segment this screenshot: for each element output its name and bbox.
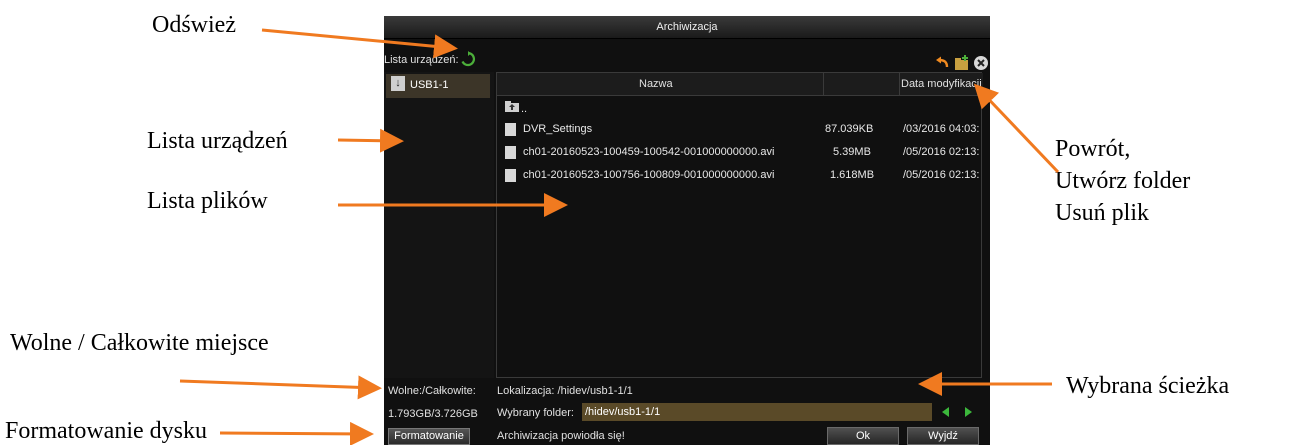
arrow-free-total [179,375,382,400]
annotation-refresh: Odśwież [152,12,236,38]
column-separator [823,73,824,95]
annotation-back: Powrót, [1055,136,1131,162]
delete-icon[interactable] [973,55,989,71]
dialog-title: Archiwizacja [384,16,990,39]
file-name: ch01-20160523-100756-100809-001000000000… [523,169,775,181]
file-size: 5.39MB [833,146,871,158]
file-row-parent[interactable]: .. [497,97,983,119]
ok-button[interactable]: Ok [827,427,899,445]
file-name: DVR_Settings [523,123,593,135]
device-list-label: Lista urządzeń: [384,54,459,66]
file-list: Nazwa Data modyfikacji .. DVR_Settings 8… [496,72,983,378]
annotation-device-list: Lista urządzeń [147,128,288,154]
format-button[interactable]: Formatowanie [388,428,470,445]
file-size: 87.039KB [825,123,874,135]
selected-folder-label: Wybrany folder: [497,407,574,419]
file-name: ch01-20160523-100459-100542-001000000000… [523,146,775,158]
next-arrow-icon[interactable] [962,406,974,418]
prev-arrow-icon[interactable] [940,406,952,418]
column-separator [899,73,900,95]
device-list: ↓ USB1-1 [384,72,494,378]
column-date[interactable]: Data modyfikacji [901,73,981,95]
annotation-selected-path: Wybrana ścieżka [1066,373,1230,399]
arrow-toolbar [973,83,1060,174]
annotation-create-folder: Utwórz folder [1055,168,1191,194]
device-item-label: USB1-1 [410,79,449,91]
annotation-file-list: Lista plików [147,188,268,214]
annotation-delete-file: Usuń plik [1055,200,1150,226]
file-size: 1.618MB [830,169,875,181]
archive-dialog: Archiwizacja Lista urządzeń: ↓ USB1-1 Na… [384,16,990,445]
device-item-usb1-1[interactable]: ↓ USB1-1 [386,74,490,98]
file-date: /05/2016 02:13: [903,169,980,181]
up-folder-icon [505,101,519,112]
file-row[interactable]: ch01-20160523-100459-100542-001000000000… [497,142,983,164]
file-icon [505,123,516,136]
file-date: /05/2016 02:13: [903,146,980,158]
parent-dir-label: .. [521,103,528,115]
file-list-header: Nazwa Data modyfikacji [497,73,983,96]
file-row[interactable]: ch01-20160523-100756-100809-001000000000… [497,165,983,187]
location-text: Lokalizacja: /hidev/usb1-1/1 [497,385,633,397]
arrow-format [219,421,374,445]
status-message: Archiwizacja powiodła się! [497,430,625,442]
refresh-icon[interactable] [460,51,476,67]
usb-icon: ↓ [391,76,405,91]
exit-button[interactable]: Wyjdź [907,427,979,445]
new-folder-icon[interactable] [954,55,970,71]
selected-folder-field[interactable]: /hidev/usb1-1/1 [582,403,932,421]
column-name[interactable]: Nazwa [639,73,673,95]
free-total-value: 1.793GB/3.726GB [388,408,478,420]
file-row[interactable]: DVR_Settings 87.039KB /03/2016 04:03: [497,119,983,141]
file-icon [505,146,516,159]
annotation-format: Formatowanie dysku [5,418,207,444]
free-total-label: Wolne:/Całkowite: [388,385,476,397]
annotation-free-total: Wolne / Całkowite miejsce [10,330,269,356]
file-icon [505,169,516,182]
back-icon[interactable] [934,55,950,71]
file-date: /03/2016 04:03: [903,123,980,135]
